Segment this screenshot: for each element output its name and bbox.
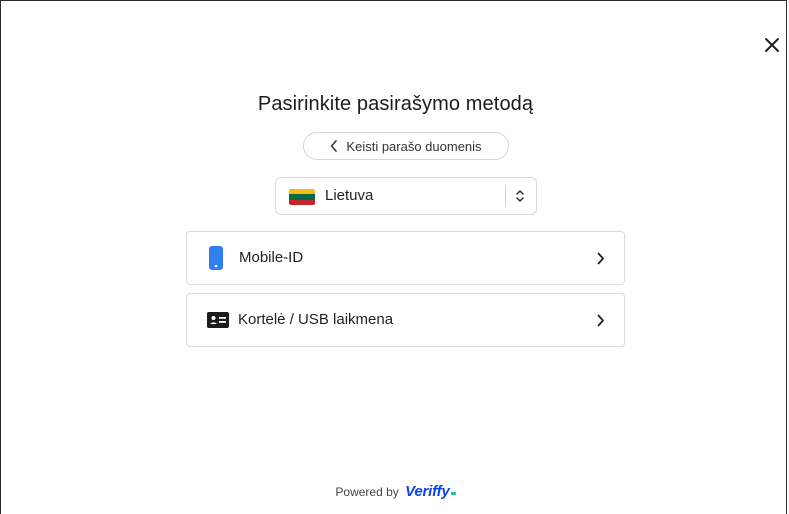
logo-accent-icon xyxy=(450,492,456,495)
powered-by-label: Powered by xyxy=(335,485,399,499)
id-card-icon xyxy=(207,312,229,328)
close-button[interactable] xyxy=(760,33,784,57)
page-title: Pasirinkite pasirašymo metodą xyxy=(257,93,534,115)
chevron-up-down-icon xyxy=(516,190,524,202)
method-mobile-id[interactable]: Mobile-ID xyxy=(186,231,625,285)
country-select[interactable]: Lietuva xyxy=(275,177,537,215)
method-id-card-usb[interactable]: Kortelė / USB laikmena xyxy=(186,293,625,347)
lithuania-flag-icon xyxy=(289,189,315,205)
dialog-frame: Pasirinkite pasirašymo metodą Keisti par… xyxy=(0,0,787,514)
select-divider xyxy=(505,186,506,206)
veriffy-logo: Veriffy xyxy=(405,483,450,500)
change-signature-data-button[interactable]: Keisti parašo duomenis xyxy=(303,132,509,160)
mobile-phone-icon xyxy=(209,246,223,270)
chevron-right-icon xyxy=(597,314,604,327)
method-label: Kortelė / USB laikmena xyxy=(238,311,394,328)
chevron-left-icon xyxy=(331,140,338,152)
method-label: Mobile-ID xyxy=(239,249,304,266)
country-value: Lietuva xyxy=(325,187,374,204)
powered-by-footer: Powered by Veriffy xyxy=(1,483,789,500)
close-icon xyxy=(765,38,779,52)
chevron-right-icon xyxy=(597,252,604,265)
back-label: Keisti parašo duomenis xyxy=(346,138,482,154)
